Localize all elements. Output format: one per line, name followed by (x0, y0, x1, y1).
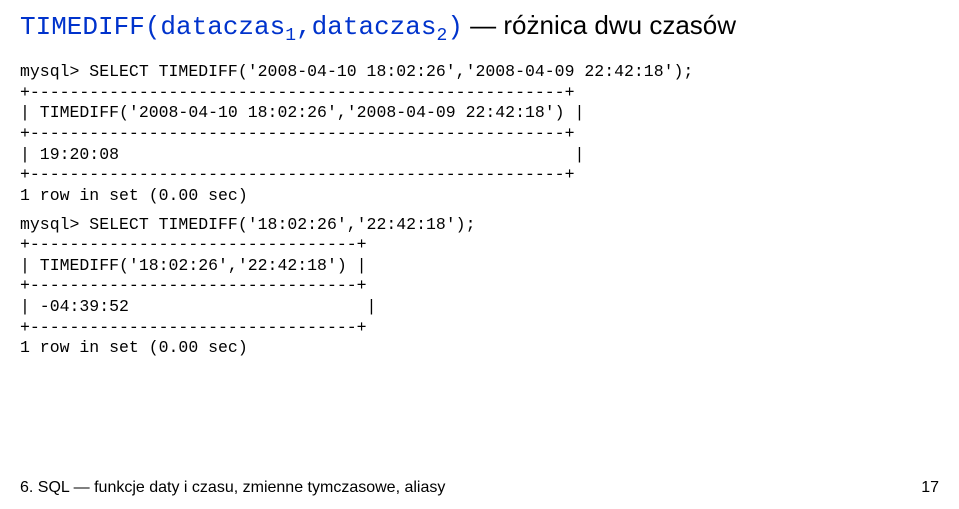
separator-line: +---------------------------------+ (20, 235, 367, 254)
func-signature-suffix: ) (447, 12, 463, 42)
result-value: | -04:39:52 | (20, 297, 376, 316)
func-signature-prefix: TIMEDIFF(dataczas (20, 12, 285, 42)
result-summary: 1 row in set (0.00 sec) (20, 338, 248, 357)
separator-line: +---------------------------------------… (20, 165, 575, 184)
page-footer: 6. SQL — funkcje daty i czasu, zmienne t… (20, 479, 939, 497)
result-value: | 19:20:08 | (20, 145, 584, 164)
page-number: 17 (921, 479, 939, 497)
func-subscript-2: 2 (437, 26, 448, 46)
terminal-block-2: mysql> SELECT TIMEDIFF('18:02:26','22:42… (20, 215, 939, 359)
query-line: mysql> SELECT TIMEDIFF('18:02:26','22:42… (20, 215, 475, 234)
func-signature-mid: ,dataczas (296, 12, 436, 42)
query-line: mysql> SELECT TIMEDIFF('2008-04-10 18:02… (20, 62, 693, 81)
func-subscript-1: 1 (285, 26, 296, 46)
func-description: — różnica dwu czasów (463, 10, 736, 40)
terminal-block-1: mysql> SELECT TIMEDIFF('2008-04-10 18:02… (20, 62, 939, 206)
result-summary: 1 row in set (0.00 sec) (20, 186, 248, 205)
separator-line: +---------------------------------+ (20, 276, 367, 295)
separator-line: +---------------------------------------… (20, 124, 575, 143)
result-header: | TIMEDIFF('18:02:26','22:42:18') | (20, 256, 367, 275)
section-heading: TIMEDIFF(dataczas1,dataczas2) — różnica … (20, 10, 939, 46)
result-header: | TIMEDIFF('2008-04-10 18:02:26','2008-0… (20, 103, 584, 122)
separator-line: +---------------------------------------… (20, 83, 575, 102)
separator-line: +---------------------------------+ (20, 318, 367, 337)
footer-text: 6. SQL — funkcje daty i czasu, zmienne t… (20, 479, 445, 496)
